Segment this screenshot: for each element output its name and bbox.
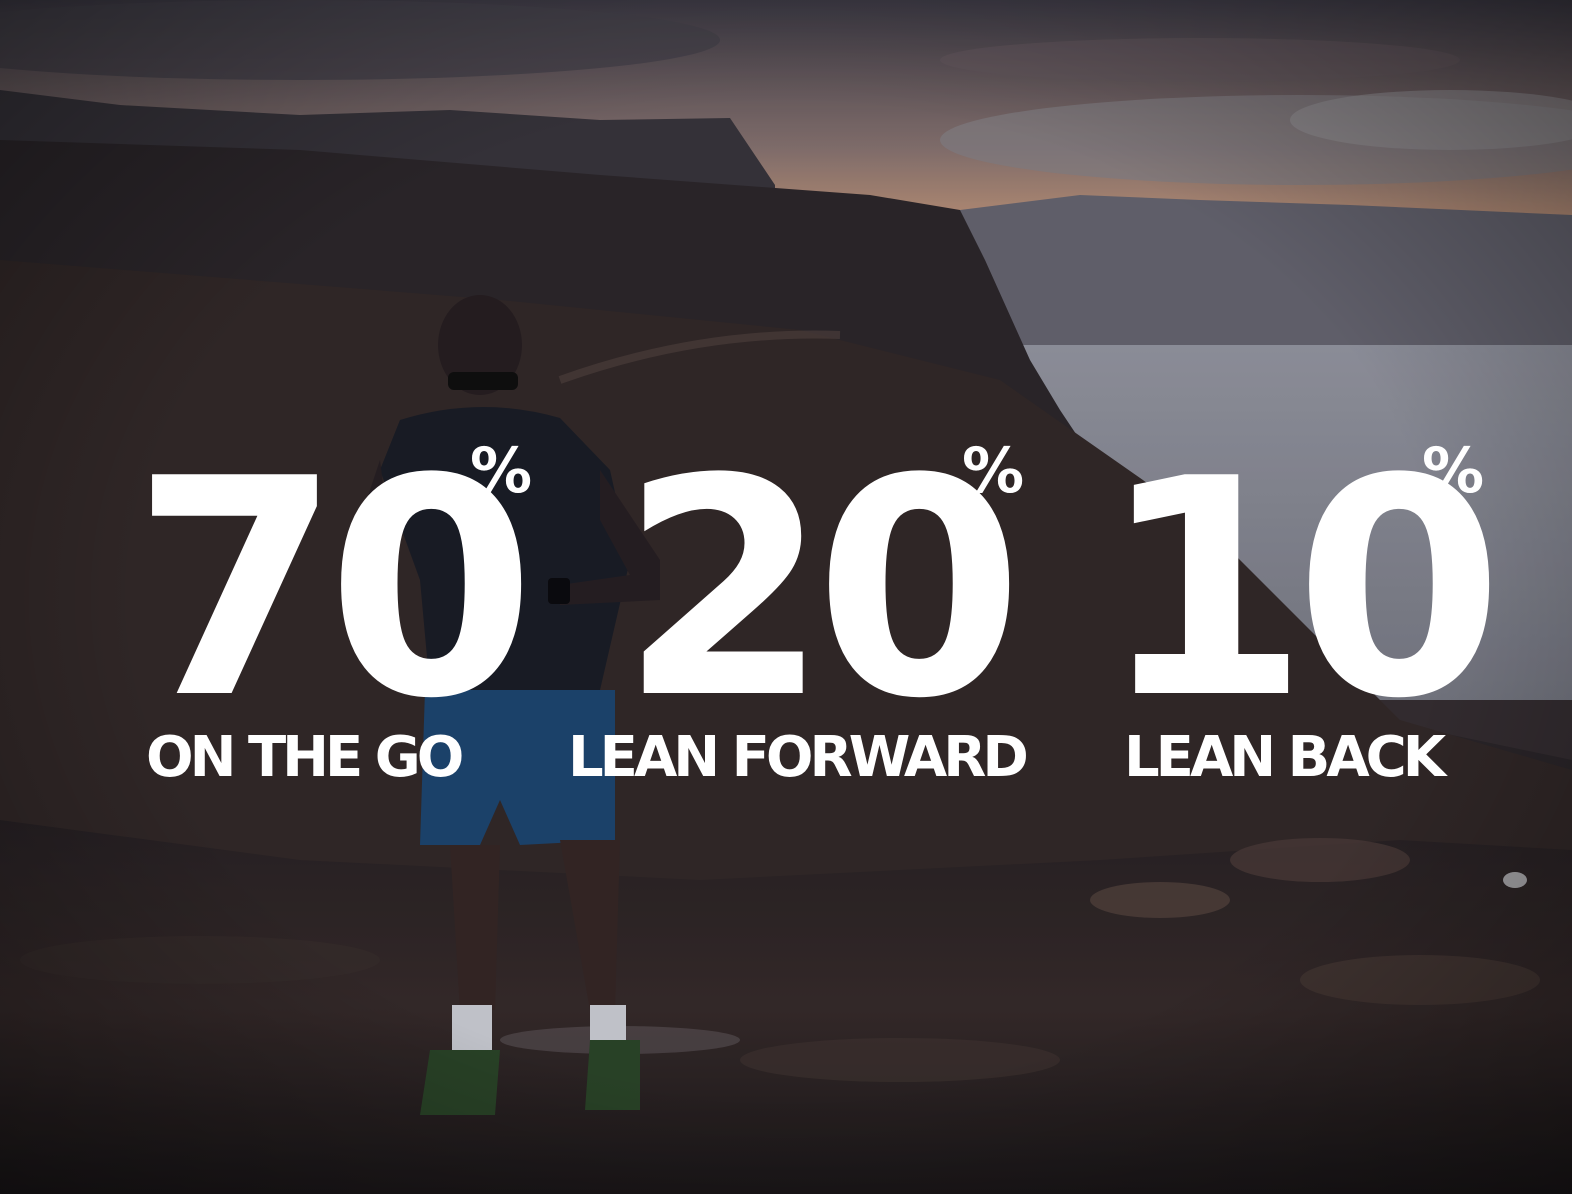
percent-sign: % [962,434,1025,507]
percent-sign: % [1422,434,1485,507]
stat-label: ON THE GO [146,725,464,790]
stat-value: 70 [132,415,536,764]
stat-value: 20 [620,415,1024,764]
stat-label: LEAN BACK [1124,725,1446,790]
hero-slide: 70 % ON THE GO 20 % LEAN FORWARD 10 % LE… [0,0,1572,1194]
percent-sign: % [470,434,533,507]
stat-label: LEAN FORWARD [568,725,1029,790]
